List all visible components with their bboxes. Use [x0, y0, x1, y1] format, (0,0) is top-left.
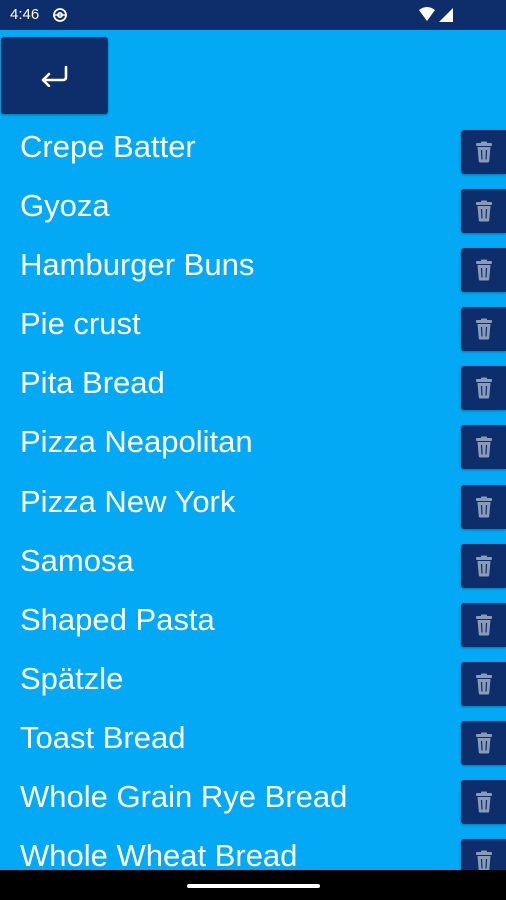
trash-icon	[475, 673, 492, 695]
delete-button[interactable]	[461, 189, 506, 234]
list-item[interactable]: Samosa	[0, 532, 506, 591]
delete-button[interactable]	[461, 366, 506, 411]
delete-button[interactable]	[461, 602, 506, 647]
trash-icon	[475, 259, 492, 281]
recipe-name: Crepe Batter	[20, 129, 196, 164]
trash-icon	[475, 318, 492, 340]
trash-icon	[475, 496, 492, 518]
recipe-name: Whole Wheat Bread	[20, 838, 298, 870]
trash-icon	[475, 377, 492, 399]
vpn-icon	[53, 8, 67, 22]
recipe-name: Samosa	[20, 542, 134, 578]
recipe-list: Crepe Batter Gyoza Hamburger Buns Pie cr…	[0, 118, 506, 870]
list-item[interactable]: Shaped Pasta	[0, 591, 506, 650]
delete-button[interactable]	[461, 720, 506, 765]
trash-icon	[475, 791, 492, 813]
navigation-bar	[0, 870, 506, 900]
trash-icon	[475, 732, 492, 754]
delete-button[interactable]	[461, 661, 506, 706]
recipe-name: Pie crust	[20, 306, 141, 342]
list-item[interactable]: Hamburger Buns	[0, 236, 506, 295]
trash-icon	[475, 436, 492, 458]
delete-button[interactable]	[461, 130, 506, 174]
list-item[interactable]: Pita Bread	[0, 354, 506, 413]
list-item[interactable]: Whole Grain Rye Bread	[0, 768, 506, 827]
status-bar: 4:46	[0, 0, 506, 30]
list-item[interactable]: Spätzle	[0, 650, 506, 709]
recipe-name: Gyoza	[20, 188, 110, 224]
recipe-name: Pizza Neapolitan	[20, 424, 253, 460]
delete-button[interactable]	[461, 248, 506, 293]
list-item[interactable]: Crepe Batter	[0, 118, 506, 177]
list-item[interactable]: Gyoza	[0, 177, 506, 236]
list-item[interactable]: Pizza Neapolitan	[0, 413, 506, 472]
delete-button[interactable]	[461, 543, 506, 588]
list-item[interactable]: Pizza New York	[0, 473, 506, 532]
recipe-name: Pizza New York	[20, 483, 236, 519]
recipe-name: Shaped Pasta	[20, 601, 215, 637]
return-arrow-icon	[41, 65, 67, 87]
trash-icon	[475, 850, 492, 870]
delete-button[interactable]	[461, 307, 506, 352]
delete-button[interactable]	[461, 484, 506, 529]
recipe-name: Toast Bread	[20, 719, 186, 755]
recipe-name: Whole Grain Rye Bread	[20, 779, 348, 815]
delete-button[interactable]	[461, 839, 506, 870]
status-time: 4:46	[10, 6, 40, 23]
trash-icon	[475, 141, 492, 163]
list-item[interactable]: Whole Wheat Bread	[0, 827, 506, 870]
recipe-name: Pita Bread	[20, 365, 165, 401]
trash-icon	[475, 555, 492, 577]
signal-icon	[439, 8, 453, 22]
trash-icon	[475, 200, 492, 222]
wifi-icon	[419, 7, 435, 21]
back-button[interactable]	[1, 37, 108, 114]
home-indicator[interactable]	[187, 884, 320, 888]
trash-icon	[475, 614, 492, 636]
list-item[interactable]: Pie crust	[0, 295, 506, 354]
delete-button[interactable]	[461, 780, 506, 825]
recipe-name: Hamburger Buns	[20, 247, 255, 283]
list-item[interactable]: Toast Bread	[0, 709, 506, 768]
recipe-name: Spätzle	[20, 660, 124, 696]
delete-button[interactable]	[461, 425, 506, 470]
